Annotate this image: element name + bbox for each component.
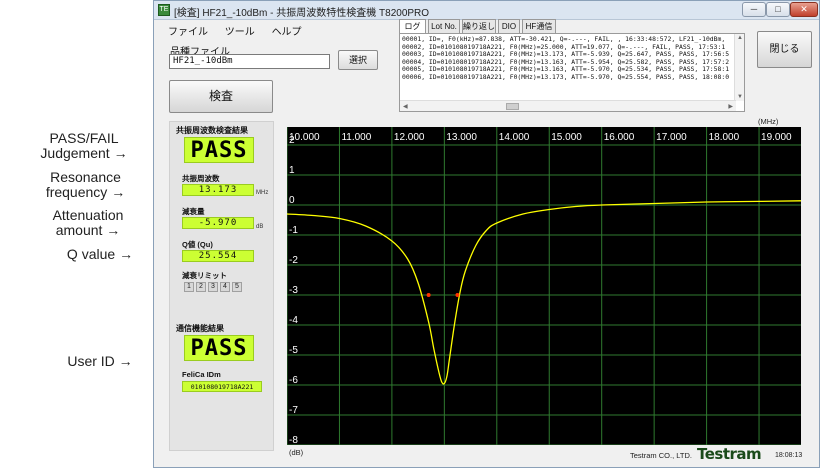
arrow-right-icon: →	[113, 145, 128, 161]
limit-label: 減衰リミット	[182, 271, 227, 280]
y-tick-label: -1	[289, 225, 298, 236]
callout-resonance: Resonance frequency →	[28, 170, 143, 200]
callout-user-id: User ID →	[50, 354, 150, 369]
resonance-chart: 10.000 11.000 12.000 13.000 14.000 15.000 16.0…	[287, 127, 801, 445]
x-tick-label: 19.000	[761, 132, 792, 143]
menu-help[interactable]: ヘルプ	[272, 27, 302, 38]
tab-repeat[interactable]: 繰り返し	[462, 19, 496, 33]
select-button[interactable]: 選択	[338, 50, 378, 70]
limit-cell-4: 4	[220, 282, 230, 292]
comm-title: 通信機能結果	[176, 324, 224, 333]
y-tick-label: -5	[289, 345, 298, 356]
y-tick-label: 1	[289, 165, 295, 176]
scroll-right-icon[interactable]: ▶	[728, 103, 733, 110]
judgement-result-badge: PASS	[184, 137, 254, 163]
window-close-button[interactable]: ✕	[790, 2, 818, 17]
stage: PASS/FAIL Judgement → Resonance frequenc…	[0, 0, 820, 471]
scroll-down-icon[interactable]: ▼	[737, 94, 743, 100]
y-unit-label: (dB)	[289, 448, 304, 457]
callout-q-value: Q value →	[50, 247, 150, 262]
callout-pass-fail-line1: PASS/FAIL	[49, 130, 119, 146]
limit-cell-2: 2	[196, 282, 206, 292]
scroll-thumb[interactable]	[506, 103, 519, 110]
x-tick-label: 14.000	[499, 132, 530, 143]
arrow-right-icon: →	[111, 184, 126, 200]
x-unit-label: (MHz)	[758, 117, 779, 126]
log-line: 00006, ID=010108019718A221, F0(MHz)=13.1…	[402, 72, 730, 81]
x-tick-label: 11.000	[341, 132, 371, 143]
judgement-panel: 共振周波数検査結果 PASS 共振周波数 13.173 MHz 減衰量 -5.9…	[169, 121, 274, 451]
callout-resonance-line1: Resonance	[50, 169, 121, 185]
x-tick-label: 12.000	[394, 132, 425, 143]
log-horizontal-scrollbar[interactable]: ◀ ▶	[400, 100, 736, 111]
felica-id-label: FeliCa IDm	[182, 370, 221, 379]
arrow-right-icon: →	[119, 246, 134, 262]
y-tick-label: -2	[289, 255, 298, 266]
window-title: [検査] HF21_-10dBm - 共振周波数特性検査機 T8200PRO	[174, 8, 430, 19]
x-tick-label: 17.000	[656, 132, 687, 143]
callout-attenuation-line1: Attenuation	[52, 207, 124, 223]
callout-pass-fail: PASS/FAIL Judgement →	[28, 131, 140, 161]
y-tick-label: 0	[289, 195, 295, 206]
menu-tools[interactable]: ツール	[225, 27, 255, 38]
log-list: 00001, ID=, F0(kHz)=87.838, ATT=-30.421,…	[402, 36, 732, 82]
y-tick-label: -8	[289, 435, 298, 445]
log-panel[interactable]: 00001, ID=, F0(kHz)=87.838, ATT=-30.421,…	[399, 33, 745, 112]
attenuation-label: 減衰量	[182, 207, 205, 216]
callout-pass-fail-line2: Judgement	[40, 145, 110, 161]
callout-attenuation-line2: amount	[55, 222, 103, 238]
tab-dio[interactable]: DIO	[498, 19, 520, 33]
scroll-up-icon[interactable]: ▲	[737, 35, 743, 41]
y-tick-label: 2	[289, 135, 295, 146]
callout-q-value-text: Q value	[66, 246, 116, 262]
callout-resonance-line2: frequency	[45, 184, 108, 200]
judgement-title: 共振周波数検査結果	[176, 126, 248, 135]
menu-bar: ファイル ツール ヘルプ	[168, 23, 316, 38]
arrow-right-icon: →	[118, 353, 133, 369]
brand-logo: Testram	[697, 445, 762, 463]
limit-cell-5: 5	[232, 282, 242, 292]
y-tick-label: -6	[289, 375, 298, 386]
x-tick-label: 13.000	[446, 132, 477, 143]
company-name: Testram CO., LTD.	[630, 451, 692, 460]
limit-cell-3: 3	[208, 282, 218, 292]
app-icon: TE	[158, 4, 170, 16]
minimize-button[interactable]: ─	[742, 2, 766, 17]
q-value: 25.554	[182, 250, 254, 262]
resonance-value: 13.173	[182, 184, 254, 196]
product-file-input[interactable]: HF21_-10dBm	[169, 54, 330, 69]
attenuation-value: -5.970	[182, 217, 254, 229]
y-tick-label: -3	[289, 285, 298, 296]
x-tick-label: 16.000	[604, 132, 635, 143]
maximize-button[interactable]: □	[766, 2, 790, 17]
comm-result-badge: PASS	[184, 335, 254, 361]
limit-cell-1: 1	[184, 282, 194, 292]
resonance-unit: MHz	[256, 190, 269, 196]
callout-attenuation: Attenuation amount →	[28, 208, 148, 238]
y-tick-label: -7	[289, 405, 298, 416]
x-tick-label: 18.000	[709, 132, 740, 143]
log-vertical-scrollbar[interactable]: ▲ ▼	[734, 34, 744, 101]
scroll-left-icon[interactable]: ◀	[403, 103, 408, 110]
app-window: TE [検査] HF21_-10dBm - 共振周波数特性検査機 T8200PR…	[153, 0, 820, 468]
callout-user-id-text: User ID	[67, 353, 115, 369]
felica-id-value: 010108019718A221	[182, 381, 262, 392]
attenuation-unit: dB	[256, 224, 264, 230]
tab-hf-comm[interactable]: HF通信	[522, 19, 556, 33]
tab-log[interactable]: ログ	[399, 19, 426, 34]
clock-time: 18:08:13	[775, 452, 803, 459]
marker-point	[455, 293, 460, 297]
inspect-button[interactable]: 検査	[169, 80, 273, 113]
resonance-label: 共振周波数	[182, 174, 220, 183]
y-tick-label: -4	[289, 315, 298, 326]
close-button[interactable]: 閉じる	[757, 31, 812, 68]
x-tick-label: 15.000	[551, 132, 582, 143]
menu-file[interactable]: ファイル	[168, 27, 208, 38]
title-bar[interactable]: TE [検査] HF21_-10dBm - 共振周波数特性検査機 T8200PR…	[154, 1, 819, 20]
arrow-right-icon: →	[106, 222, 121, 238]
q-label: Q値 (Qu)	[182, 240, 213, 249]
tab-lot-no[interactable]: Lot No.	[428, 19, 460, 33]
marker-point	[426, 293, 431, 297]
